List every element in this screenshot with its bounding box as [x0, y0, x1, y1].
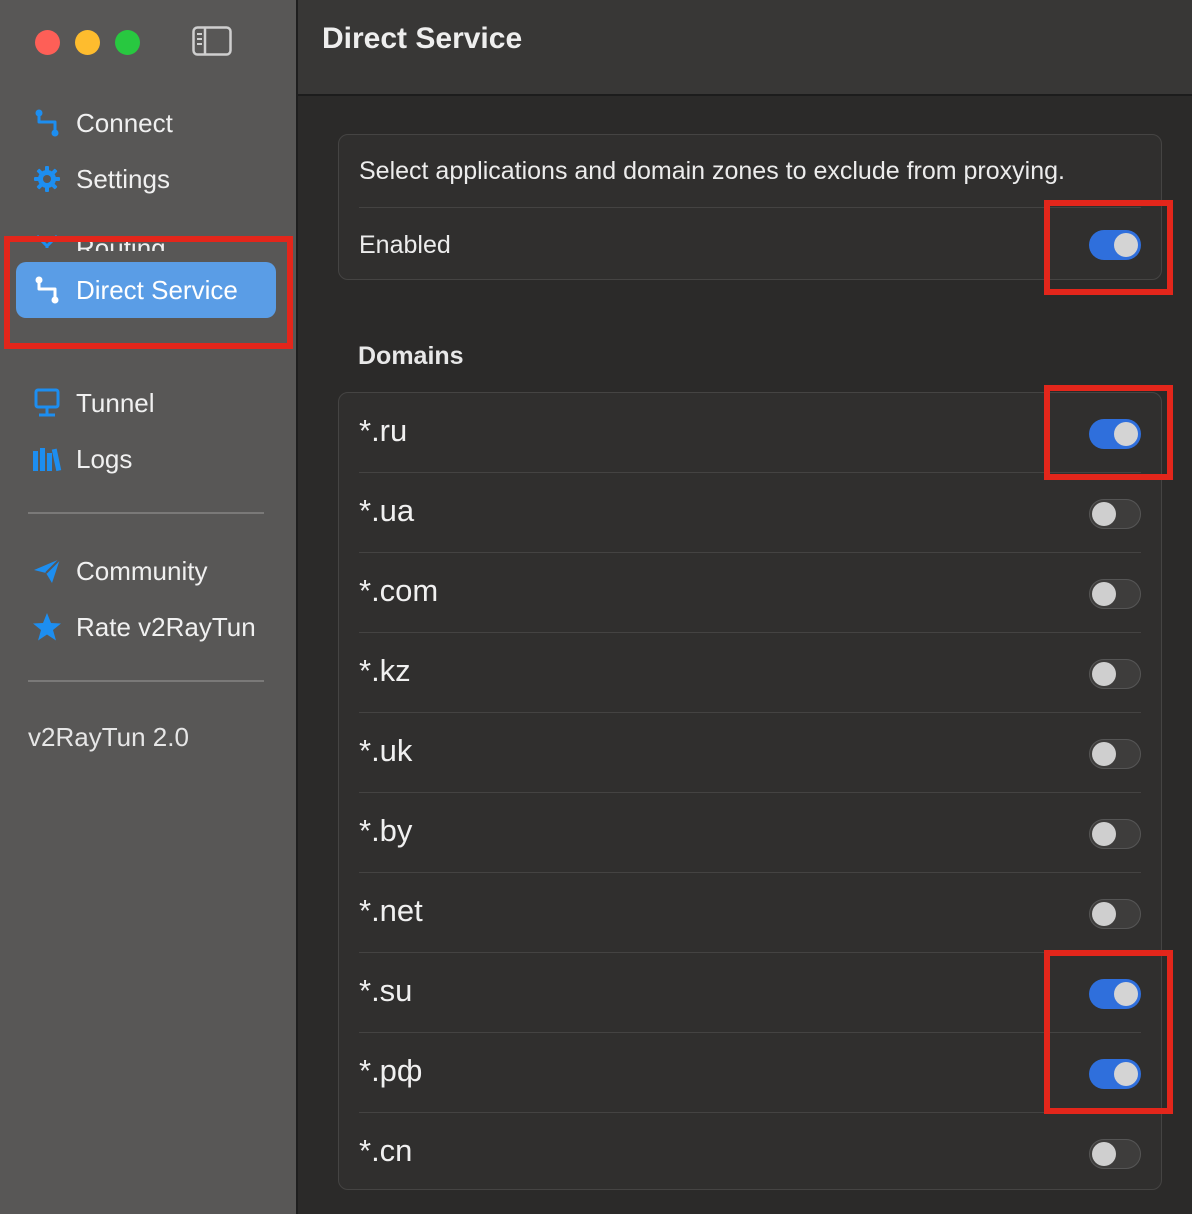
domain-label: *.kz	[359, 653, 411, 688]
domain-row-su: *.su	[359, 953, 1141, 1033]
sidebar-item-logs[interactable]: Logs	[16, 431, 276, 487]
page-title: Direct Service	[322, 22, 523, 55]
domains-card: *.ru *.ua *.com *.kz *.uk *.by *.net *.s…	[338, 392, 1162, 1190]
domain-label: *.su	[359, 973, 413, 1008]
domain-toggle-rf[interactable]	[1089, 1059, 1141, 1089]
route-icon	[32, 275, 62, 305]
domain-row-kz: *.kz	[359, 633, 1141, 713]
sidebar-item-label: Direct Service	[76, 274, 238, 305]
domain-toggle-net[interactable]	[1089, 899, 1141, 929]
domain-label: *.by	[359, 813, 413, 848]
sidebar-item-label: Connect	[76, 107, 173, 138]
domain-label: *.cn	[359, 1133, 413, 1168]
sidebar-item-community[interactable]: Community	[16, 543, 276, 599]
sidebar-item-label: Rate v2RayTun	[76, 611, 256, 642]
toggle-knob	[1092, 822, 1116, 846]
minimize-window-button[interactable]	[75, 30, 100, 55]
domain-row-cn: *.cn	[359, 1113, 1141, 1193]
domain-label: *.ua	[359, 493, 415, 528]
enabled-label: Enabled	[359, 231, 451, 259]
route-icon	[32, 108, 62, 138]
enabled-toggle[interactable]	[1089, 230, 1141, 260]
domain-toggle-uk[interactable]	[1089, 739, 1141, 769]
domain-toggle-ua[interactable]	[1089, 499, 1141, 529]
monitor-icon	[32, 388, 62, 418]
toggle-knob	[1114, 233, 1138, 257]
domain-row-ua: *.ua	[359, 473, 1141, 553]
sidebar-toggle-icon[interactable]	[192, 26, 232, 56]
sidebar-item-label: Tunnel	[76, 387, 155, 418]
toolbar: Direct Service	[298, 0, 1192, 96]
sidebar-item-label: Community	[76, 555, 208, 586]
star-icon	[32, 612, 62, 642]
domain-toggle-ru[interactable]	[1089, 419, 1141, 449]
domain-toggle-kz[interactable]	[1089, 659, 1141, 689]
domain-label: *.ru	[359, 413, 408, 448]
sidebar-item-label: Settings	[76, 163, 170, 194]
toggle-knob	[1092, 662, 1116, 686]
domain-row-net: *.net	[359, 873, 1141, 953]
domain-row-rf: *.рф	[359, 1033, 1141, 1113]
toggle-knob	[1092, 582, 1116, 606]
sidebar: Connect Settings Routing Direct Service …	[0, 0, 298, 1214]
domain-row-uk: *.uk	[359, 713, 1141, 793]
domain-toggle-cn[interactable]	[1089, 1139, 1141, 1169]
sidebar-divider	[28, 680, 264, 682]
sidebar-item-connect[interactable]: Connect	[16, 95, 276, 151]
domain-toggle-su[interactable]	[1089, 979, 1141, 1009]
domain-label: *.рф	[359, 1053, 423, 1088]
sidebar-item-rate[interactable]: Rate v2RayTun	[16, 599, 276, 655]
domain-label: *.com	[359, 573, 439, 608]
sidebar-divider	[28, 512, 264, 514]
books-icon	[32, 444, 62, 474]
sidebar-item-tunnel[interactable]: Tunnel	[16, 375, 276, 431]
description-text: Select applications and domain zones to …	[359, 157, 1065, 185]
sidebar-item-label: Logs	[76, 443, 133, 474]
sidebar-item-routing[interactable]: Routing	[16, 207, 276, 263]
toggle-knob	[1114, 1062, 1138, 1086]
toggle-knob	[1092, 902, 1116, 926]
sidebar-item-label: Routing	[76, 233, 166, 251]
domain-row-ru: *.ru	[359, 393, 1141, 473]
settings-card: Select applications and domain zones to …	[338, 134, 1162, 280]
domain-toggle-com[interactable]	[1089, 579, 1141, 609]
zoom-window-button[interactable]	[115, 30, 140, 55]
domain-toggle-by[interactable]	[1089, 819, 1141, 849]
toggle-knob	[1092, 1142, 1116, 1166]
domain-label: *.uk	[359, 733, 413, 768]
gear-icon	[32, 164, 62, 194]
sidebar-item-direct-service[interactable]: Direct Service	[16, 262, 276, 318]
domains-section-title: Domains	[358, 342, 464, 370]
toggle-knob	[1092, 502, 1116, 526]
domain-row-com: *.com	[359, 553, 1141, 633]
paper-plane-icon	[32, 556, 62, 586]
toggle-knob	[1114, 422, 1138, 446]
domain-label: *.net	[359, 893, 423, 928]
sidebar-item-settings[interactable]: Settings	[16, 151, 276, 207]
routing-icon	[32, 222, 62, 248]
toggle-knob	[1092, 742, 1116, 766]
domain-row-by: *.by	[359, 793, 1141, 873]
toggle-knob	[1114, 982, 1138, 1006]
close-window-button[interactable]	[35, 30, 60, 55]
app-version: v2RayTun 2.0	[28, 722, 189, 752]
row-divider	[359, 207, 1141, 208]
